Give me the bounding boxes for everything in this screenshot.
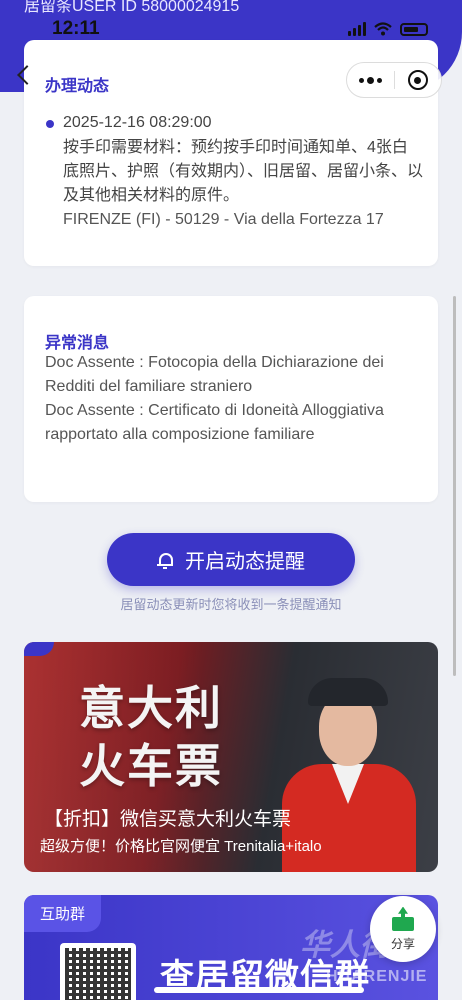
scrollbar[interactable] xyxy=(453,296,456,676)
mini-program-capsule xyxy=(346,62,442,98)
share-icon xyxy=(392,906,414,931)
status-bar-time: 12:11 xyxy=(52,18,100,39)
banner-subtitle: 【折扣】微信买意大利火车票 xyxy=(44,809,292,830)
anomaly-messages: Doc Assente : Fotocopia della Dichiarazi… xyxy=(45,351,425,447)
qr-code xyxy=(60,943,136,1000)
status-bar-icons xyxy=(348,22,428,36)
anomaly-message: Doc Assente : Fotocopia della Dichiarazi… xyxy=(45,354,384,395)
event-datetime: 2025-12-16 08:29:00 xyxy=(63,114,212,131)
train-ticket-banner[interactable]: 意大利 火车票 【折扣】微信买意大利火车票 超级方便！价格比官网便宜 Treni… xyxy=(24,642,438,872)
reminder-hint: 居留动态更新时您将收到一条提醒通知 xyxy=(120,597,342,612)
enable-reminder-label: 开启动态提醒 xyxy=(185,551,305,573)
enable-reminder-button[interactable]: 开启动态提醒 xyxy=(107,533,355,586)
banner-title-line2: 火车票 xyxy=(79,740,223,792)
banner-subtext: 超级方便！价格比官网便宜 Trenitalia+italo xyxy=(40,838,322,855)
wifi-icon xyxy=(374,22,392,36)
event-description: 按手印需要材料：预约按手印时间通知单、4张白底照片、护照（有效期内）、旧居留、居… xyxy=(63,139,424,204)
permit-id-text: 居留条USER ID 58000024915 xyxy=(24,0,240,15)
target-icon xyxy=(407,70,428,90)
event-address: FIRENZE (FI) - 50129 - Via della Fortezz… xyxy=(63,211,384,228)
anomaly-message: Doc Assente : Certificato di Idoneità Al… xyxy=(45,402,384,443)
share-label: 分享 xyxy=(390,936,415,951)
group-tag: 互助群 xyxy=(24,895,102,932)
watermark-logo-latin: HUARENJIE xyxy=(326,968,428,985)
more-options-icon[interactable] xyxy=(347,76,394,84)
close-mini-program-button[interactable] xyxy=(395,70,441,90)
battery-icon xyxy=(400,22,428,36)
timeline-dot xyxy=(46,120,54,128)
bell-icon xyxy=(157,551,173,569)
banner-title-line1: 意大利 xyxy=(79,682,223,734)
page-title: 办理动态 xyxy=(45,78,110,95)
anomaly-title: 异常消息 xyxy=(45,335,110,352)
share-button[interactable]: 分享 xyxy=(370,896,436,962)
cellular-signal-icon xyxy=(348,22,366,36)
group-title-underline xyxy=(154,987,364,993)
